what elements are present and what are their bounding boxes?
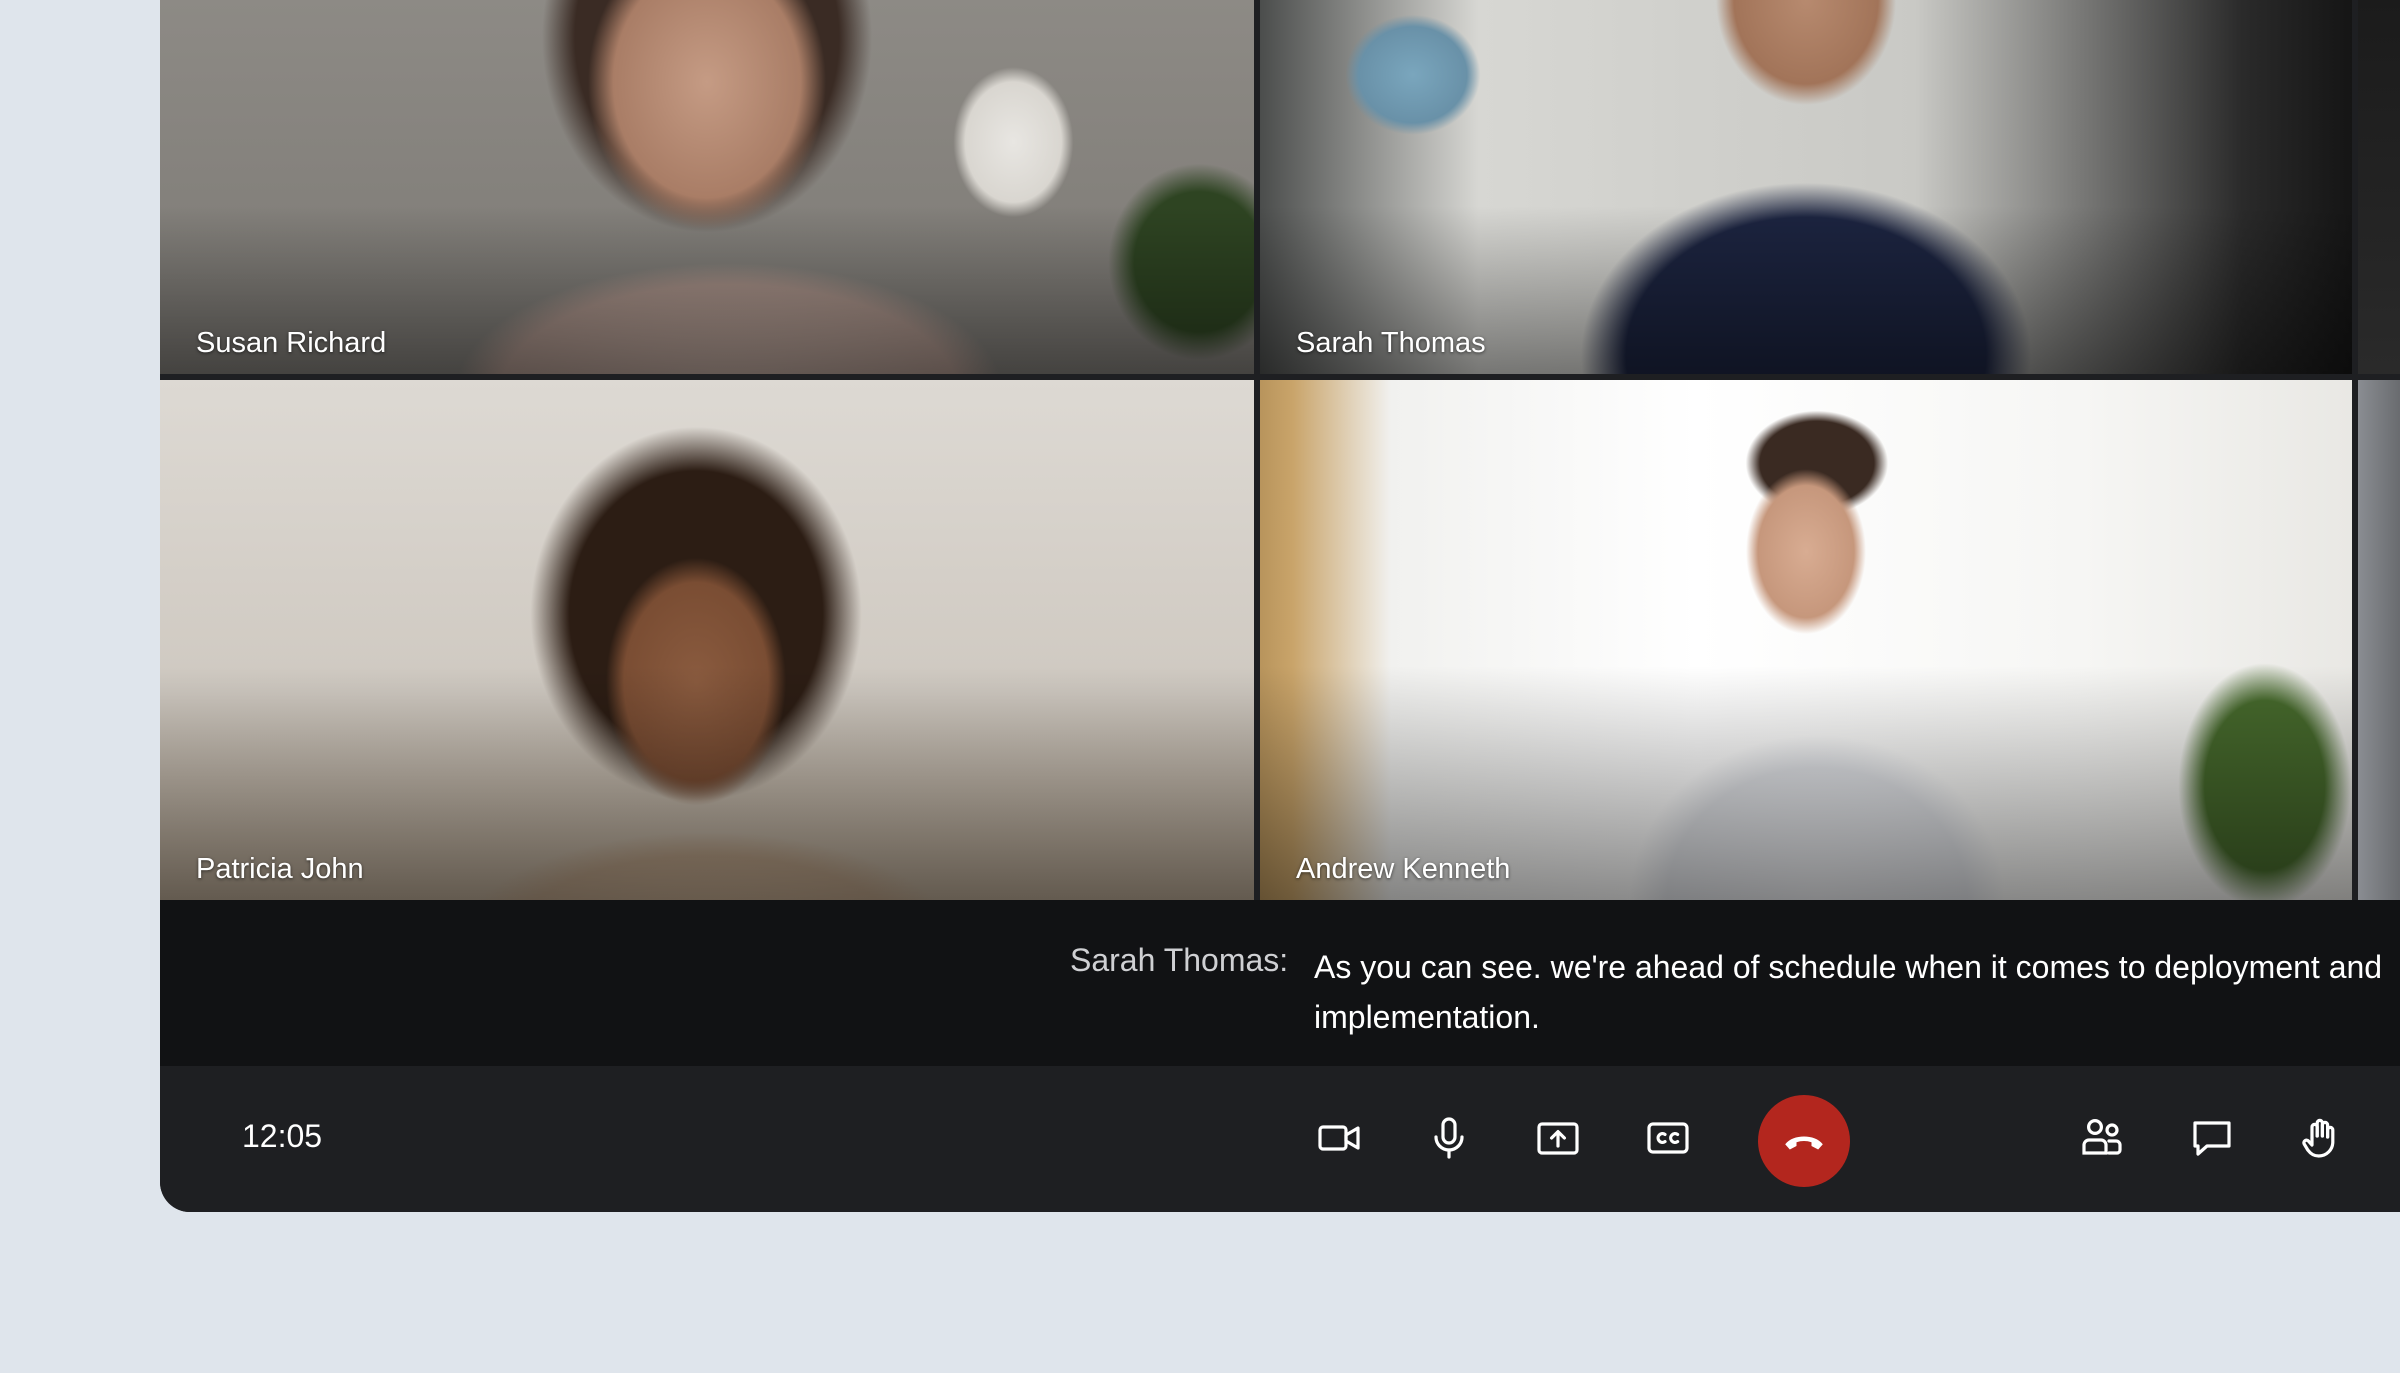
closed-captions-button[interactable] [1632,1102,1704,1174]
participant-name: Sarah Thomas [1296,327,1486,359]
closed-captions-icon [1647,1122,1689,1154]
share-screen-icon [1537,1122,1579,1155]
participant-tile[interactable]: Andrew Kenneth [1260,380,2352,900]
camera-icon [1318,1125,1360,1151]
participant-name: Susan Richard [196,327,387,359]
chat-icon [2193,1121,2231,1156]
participant-video [2358,0,2400,374]
microphone-icon [1434,1117,1464,1159]
participant-name: Andrew Kenneth [1296,853,1511,885]
caption-text: As you can see. we're ahead of schedule … [1314,949,2383,1035]
meeting-window: Susan Richard Sarah Thomas Patricia John… [160,0,2400,1212]
more-options-button[interactable] [2395,1102,2400,1174]
participant-video [2358,380,2400,900]
participant-name: Patricia John [196,853,364,885]
participant-tile-cropped[interactable] [2358,0,2400,374]
participant-tile-active-speaker[interactable]: Sarah Thomas [1260,0,2352,374]
chat-button[interactable] [2176,1102,2248,1174]
microphone-button[interactable] [1413,1102,1485,1174]
meeting-clock: 12:05 [242,1118,323,1154]
participant-tile[interactable]: Susan Richard [160,0,1254,374]
camera-button[interactable] [1303,1102,1375,1174]
raise-hand-button[interactable] [2285,1102,2357,1174]
people-icon [2082,1118,2122,1155]
live-caption-bar: Sarah Thomas: As you can see. we're ahea… [160,900,2400,1066]
call-controls-bar: 12:05 [160,1066,2400,1212]
participant-tile-cropped[interactable] [2358,380,2400,900]
people-button[interactable] [2066,1102,2138,1174]
end-call-button[interactable] [1758,1095,1850,1187]
participant-tile[interactable]: Patricia John [160,380,1254,900]
end-call-icon [1785,1136,1823,1150]
share-screen-button[interactable] [1522,1102,1594,1174]
raise-hand-icon [2302,1118,2335,1158]
caption-speaker: Sarah Thomas: [1070,942,1289,978]
